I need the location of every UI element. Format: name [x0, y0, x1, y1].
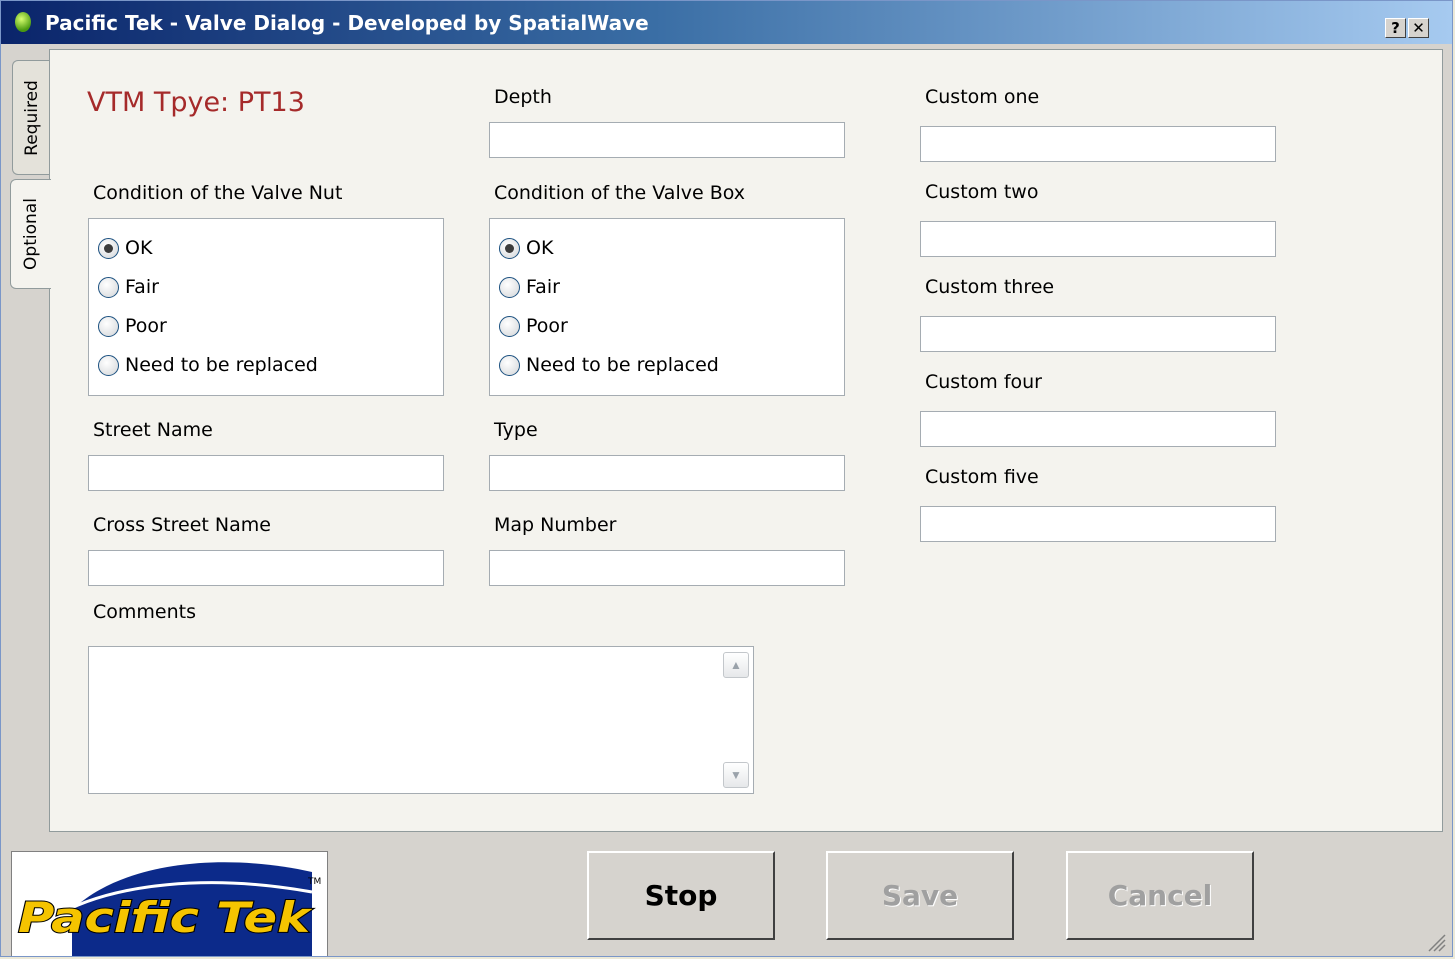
cancel-button[interactable]: Cancel	[1066, 851, 1254, 940]
radio-selected-icon[interactable]	[499, 237, 520, 259]
map-number-label: Map Number	[494, 514, 617, 536]
custom-one-label: Custom one	[925, 86, 1040, 108]
tab-required-label: Required	[21, 79, 42, 156]
box-radio-fair[interactable]: Fair	[499, 274, 560, 300]
pacific-tek-logo: Pacific Tek TM	[11, 851, 328, 956]
close-button[interactable]: ✕	[1408, 18, 1429, 38]
title-bar[interactable]: Pacific Tek - Valve Dialog - Developed b…	[1, 1, 1452, 44]
condition-nut-label: Condition of the Valve Nut	[93, 182, 343, 204]
tab-optional-label: Optional	[21, 198, 41, 270]
custom-three-label: Custom three	[925, 276, 1055, 298]
nut-radio-poor[interactable]: Poor	[98, 313, 167, 339]
tab-optional[interactable]: Optional	[10, 179, 51, 289]
map-number-input[interactable]	[489, 550, 845, 586]
scroll-up-arrow-icon[interactable]: ▲	[723, 652, 749, 678]
stop-button[interactable]: Stop	[587, 851, 775, 940]
logo-text: Pacific Tek	[18, 893, 314, 942]
comments-label: Comments	[93, 601, 196, 623]
box-radio-poor[interactable]: Poor	[499, 313, 568, 339]
radio-selected-icon[interactable]	[98, 237, 119, 259]
street-name-input[interactable]	[88, 455, 444, 491]
radio-icon[interactable]	[499, 276, 520, 298]
radio-icon[interactable]	[98, 276, 119, 298]
box-radio-replace[interactable]: Need to be replaced	[499, 352, 719, 378]
radio-icon[interactable]	[499, 354, 520, 376]
radio-icon[interactable]	[98, 315, 119, 337]
custom-one-input[interactable]	[920, 126, 1276, 162]
nut-radio-replace[interactable]: Need to be replaced	[98, 352, 318, 378]
radio-icon[interactable]	[499, 315, 520, 337]
valve-dialog-window: Pacific Tek - Valve Dialog - Developed b…	[0, 0, 1453, 957]
radio-icon[interactable]	[98, 354, 119, 376]
vtm-type-label: VTM Tpye: PT13	[87, 87, 305, 118]
help-button[interactable]: ?	[1385, 18, 1406, 38]
save-button[interactable]: Save	[826, 851, 1014, 940]
custom-five-label: Custom five	[925, 466, 1039, 488]
custom-four-label: Custom four	[925, 371, 1042, 393]
cross-street-label: Cross Street Name	[93, 514, 271, 536]
depth-label: Depth	[494, 86, 552, 108]
condition-nut-group: OK Fair Poor Need to be replaced	[88, 218, 444, 396]
box-radio-ok[interactable]: OK	[499, 235, 553, 261]
depth-input[interactable]	[489, 122, 845, 158]
logo-tm: TM	[307, 877, 321, 887]
cross-street-input[interactable]	[88, 550, 444, 586]
custom-two-input[interactable]	[920, 221, 1276, 257]
resize-grip-icon[interactable]	[1426, 932, 1446, 952]
custom-two-label: Custom two	[925, 181, 1039, 203]
custom-four-input[interactable]	[920, 411, 1276, 447]
type-label: Type	[494, 419, 538, 441]
logo-graphic: Pacific Tek TM	[17, 862, 321, 956]
street-name-label: Street Name	[93, 419, 213, 441]
window-title: Pacific Tek - Valve Dialog - Developed b…	[45, 11, 649, 35]
tab-required[interactable]: Required	[12, 60, 50, 175]
custom-three-input[interactable]	[920, 316, 1276, 352]
nut-radio-fair[interactable]: Fair	[98, 274, 159, 300]
custom-five-input[interactable]	[920, 506, 1276, 542]
scroll-down-arrow-icon[interactable]: ▼	[723, 762, 749, 788]
type-input[interactable]	[489, 455, 845, 491]
comments-textarea[interactable]: ▲ ▼	[88, 646, 754, 794]
app-icon	[15, 12, 31, 32]
condition-box-group: OK Fair Poor Need to be replaced	[489, 218, 845, 396]
nut-radio-ok[interactable]: OK	[98, 235, 152, 261]
condition-box-label: Condition of the Valve Box	[494, 182, 746, 204]
